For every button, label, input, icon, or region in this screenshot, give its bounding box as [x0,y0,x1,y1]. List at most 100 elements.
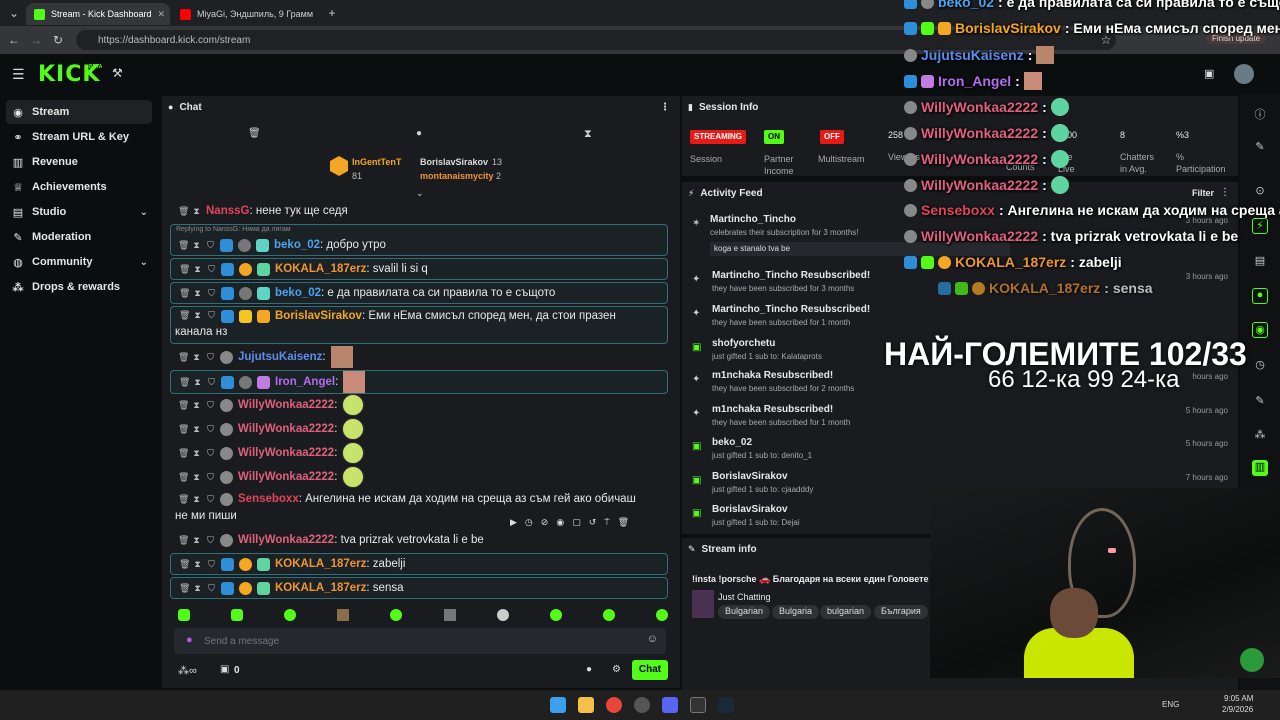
info-icon[interactable]: ⓘ [1252,106,1268,122]
delete-icon[interactable]: 🗑 [178,535,189,546]
camera-icon[interactable]: ▣ [1204,67,1214,80]
timeout-icon[interactable]: ⧗ [192,206,201,217]
chat-username[interactable]: Iron_Angel [275,376,335,388]
chat-settings-icon[interactable]: ● [586,664,592,675]
share-icon[interactable]: ⁂ [1252,428,1268,444]
stats-icon[interactable]: ▥ [1252,460,1268,476]
sidebar-item-drops-rewards[interactable]: ⁂ Drops & rewards [6,275,152,299]
clock-icon[interactable]: ◷ [525,517,533,528]
sidebar-item-stream-url-key[interactable]: ⚭ Stream URL & Key [6,125,152,149]
forward-icon[interactable]: → [28,32,44,48]
filter-button[interactable]: Filter [1192,188,1214,198]
close-tab-icon[interactable]: ✕ [319,9,320,20]
hammer-icon[interactable]: ⚒ [112,66,123,80]
stream-tag[interactable]: Bulgarian [718,605,771,619]
sidebar-item-revenue[interactable]: ▥ Revenue [6,150,152,174]
chat-icon[interactable]: ◉ [556,517,564,528]
chat-username[interactable]: WillyWonkaa2222 [238,471,334,483]
kick-emote-icon[interactable] [655,609,668,621]
chat-username[interactable]: JujutsuKaisenz [238,351,322,363]
timeout-icon[interactable]: ⧗ [193,559,202,570]
timeout-icon[interactable]: ⧗ [192,535,201,546]
play-icon[interactable]: ▶ [510,517,517,528]
face-emote-icon[interactable] [443,609,456,621]
chat-username[interactable]: beko_02 [274,239,320,251]
gear-icon[interactable]: ⚙ [612,664,621,675]
timeout-icon[interactable]: ⧗ [193,264,202,275]
trash-icon[interactable]: 🗑 [248,128,261,139]
chat-message[interactable]: 🗑 ⧗ ⛉ BorislavSirakov: Еми нЕма смисъл спо… [170,306,668,344]
delete-icon[interactable]: 🗑 [179,583,190,594]
chat-username[interactable]: WillyWonkaa2222 [238,447,334,459]
mic-icon[interactable]: ● [186,634,193,646]
timeout-icon[interactable]: ⧗ [192,494,201,505]
message-input-box[interactable]: ● ☺ [174,628,666,654]
target-icon[interactable]: ⊙ [1252,184,1268,200]
timeout-icon[interactable]: ⧗ [192,448,201,459]
chat-message[interactable]: 🗑 ⧗ ⛉ WillyWonkaa2222: [170,418,668,440]
sidebar-item-achievements[interactable]: ♕ Achievements [6,175,152,199]
chat-message[interactable]: 🗑 ⧗ NanssG: нене тук ще седя [170,200,668,222]
chat-message[interactable]: 🗑 ⧗ ⛉ WillyWonkaa2222: tva prizrak vetrovk… [170,529,668,551]
chat-username[interactable]: Senseboxx [238,493,299,505]
undo-icon[interactable]: ↺ [589,517,597,528]
stream-tag[interactable]: България [874,605,928,619]
discord-icon[interactable] [662,697,678,713]
tab-kick-dashboard[interactable]: Stream - Kick Dashboard ✕ [26,3,170,25]
expand-leaderboard-icon[interactable]: ⌄ [416,188,424,199]
delete-icon[interactable]: 🗑 [179,288,190,299]
kick-emote-icon[interactable] [231,609,244,621]
timeout-icon[interactable]: ⧗ [193,288,202,299]
chat-username[interactable]: WillyWonkaa2222 [238,534,334,546]
copy-icon[interactable]: ▢ [572,517,581,528]
terminal-icon[interactable] [690,697,706,713]
delete-icon[interactable]: 🗑 [178,472,189,483]
avatar[interactable] [1234,64,1254,84]
chat-message[interactable]: 🗑 ⧗ ⛉ KOKALA_187erz: sensa [170,577,668,599]
timeout-icon[interactable]: ⧗ [193,310,202,321]
chat-message[interactable]: 🗑 ⧗ ⛉ Iron_Angel: [170,370,668,394]
timeout-icon[interactable]: ⧗ [193,583,202,594]
sidebar-item-studio[interactable]: ▤ Studio ⌄ [6,200,152,224]
close-tab-icon[interactable]: ✕ [158,9,166,20]
slash-icon[interactable]: ⊘ [541,517,549,528]
sidebar-item-moderation[interactable]: ✎ Moderation [6,225,152,249]
delete-icon[interactable]: 🗑 [178,400,189,411]
bolt-icon[interactable]: ⚡ [1252,218,1268,234]
share-icon[interactable]: ⁂∞ [178,664,197,677]
kick-emote-icon[interactable] [549,609,562,621]
stream-tag[interactable]: Bulgaria [772,605,820,619]
chat-username[interactable]: beko_02 [275,287,321,299]
clock-date[interactable]: 2/9/2026 [1222,705,1253,714]
sidebar-item-stream[interactable]: ◉ Stream [6,100,152,124]
chrome-icon[interactable] [606,697,622,713]
new-tab-icon[interactable]: + [324,5,340,21]
message-input[interactable] [204,632,624,650]
chat-message[interactable]: 🗑 ⧗ ⛉ KOKALA_187erz: svalil li si q [170,258,668,280]
timeout-icon[interactable]: ⧗ [192,424,201,435]
delete-icon[interactable]: 🗑 [178,206,189,217]
kick-emote-icon[interactable] [496,609,509,621]
delete-icon[interactable]: 🗑 [178,494,189,505]
delete-icon[interactable]: 🗑 [178,352,189,363]
delete-icon[interactable]: 🗑 [179,264,190,275]
timeout-icon[interactable]: ⧗ [193,377,202,388]
chat-message[interactable]: 🗑 ⧗ ⛉ WillyWonkaa2222: [170,442,668,464]
file-explorer-icon[interactable] [578,697,594,713]
chat-message[interactable]: 🗑 ⧗ ⛉ beko_02: добро утро [170,234,668,256]
chat-icon[interactable]: ● [1252,288,1268,304]
chat-message[interactable]: 🗑 ⧗ ⛉ JujutsuKaisenz: [170,346,668,368]
kick-emote-icon[interactable] [602,609,615,621]
chat-mode-icon[interactable]: ● [416,128,422,139]
broadcast-icon[interactable]: ◉ [1252,322,1268,338]
wrench-icon[interactable]: ✎ [1252,394,1268,410]
chat-username[interactable]: KOKALA_187erz [275,263,366,275]
tab-search-icon[interactable]: ⌄ [6,5,22,21]
kick-emote-icon[interactable] [390,609,403,621]
chat-menu-icon[interactable]: ⋮ [660,102,670,113]
trash-icon[interactable]: 🗑 [618,517,629,528]
chat-username[interactable]: BorislavSirakov [275,310,362,322]
obs-icon[interactable] [634,697,650,713]
sidebar-item-community[interactable]: ◍ Community ⌄ [6,250,152,274]
edit-icon[interactable]: ✎ [1252,140,1268,156]
